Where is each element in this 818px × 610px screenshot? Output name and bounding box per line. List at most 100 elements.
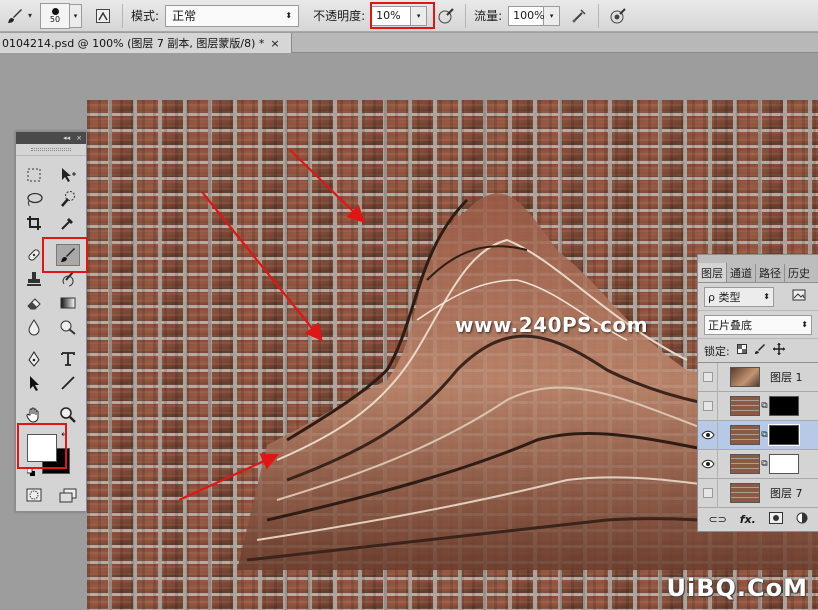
crop-tool-icon[interactable] [22,212,46,234]
layer-thumbnail [730,483,760,503]
layer-row[interactable]: ⧉ [698,391,818,421]
gradient-tool-icon[interactable] [56,292,80,314]
site-watermark: UiBQ.CoM [666,574,808,602]
airbrush-icon[interactable] [568,5,590,27]
collapse-icon[interactable]: ◂◂ [63,134,70,142]
separator [598,3,600,28]
panel-grip[interactable] [16,144,86,156]
link-layers-icon[interactable]: ⊂⊃ [708,513,726,526]
layer-thumbnail [730,454,760,474]
mode-value: 正常 [172,9,197,23]
eyedropper-tool-icon[interactable] [56,212,80,234]
blend-mode-value: 正片叠底 [708,318,752,332]
tab-layers[interactable]: 图层 [698,263,727,282]
layer-row[interactable]: ⧉ [698,449,818,479]
move-tool-icon[interactable] [56,164,80,186]
mask-link-icon[interactable]: ⧉ [761,459,768,469]
brush-tool-highlight [42,237,88,273]
brush-dot-icon [51,8,59,15]
layer-row-selected[interactable]: ⧉ [698,420,818,450]
path-selection-tool-icon[interactable] [22,372,46,394]
marquee-tool-icon[interactable] [22,164,46,186]
layer-filter-select[interactable]: ρ 类型 ⬍ [704,286,774,307]
brush-size-preview[interactable]: 50 [40,2,71,29]
layers-footer: ⊂⊃ fx. [698,508,818,530]
layer-thumbnail [730,367,760,387]
visibility-toggle[interactable] [698,449,718,479]
separator [465,3,467,28]
visibility-off-icon [702,401,713,411]
tab-paths[interactable]: 路径 [756,264,785,282]
layer-mask-thumbnail[interactable] [768,424,800,446]
visibility-toggle[interactable] [698,391,718,421]
tool-preset-picker[interactable]: ▾ [0,0,32,32]
pressure-size-icon[interactable] [607,5,629,27]
mode-label: 模式: [131,9,160,23]
tab-history[interactable]: 历史 [785,264,813,282]
lock-pixels-icon[interactable] [754,343,766,358]
layers-panel-tabs: 图层 通道 路径 历史 [698,255,818,283]
layer-filter-value: ρ 类型 [708,290,741,304]
layers-panel: 图层 通道 路径 历史 ρ 类型 ⬍ 正片叠底 ⬍ 锁定: 图层 1 ⧉ ⧉ ⧉… [697,254,818,532]
lock-transparent-icon[interactable] [736,344,747,357]
visibility-off-icon [702,488,713,498]
brush-preset-dropdown[interactable]: ▾ [70,3,83,28]
flow-input[interactable]: 100% [508,5,545,26]
line-tool-icon[interactable] [56,372,80,394]
opacity-highlight [370,2,435,29]
filter-row: ρ 类型 ⬍ [698,283,818,311]
layer-row[interactable]: 图层 1 [698,362,818,392]
layer-mask-thumbnail[interactable] [769,454,799,474]
close-icon[interactable]: × [76,134,82,142]
brush-size-value: 50 [49,15,61,24]
visibility-toggle[interactable] [698,420,718,450]
lock-label: 锁定: [704,344,730,358]
pen-tool-icon[interactable] [22,348,46,370]
adjustment-layer-icon[interactable] [796,512,808,527]
blend-mode-select[interactable]: 正片叠底 ⬍ [704,314,812,335]
document-tab[interactable]: 0104214.psd @ 100% (图层 7 副本, 图层蒙版/8) * × [0,33,292,53]
updown-icon: ⬍ [801,320,808,329]
type-tool-icon[interactable] [56,348,80,370]
quick-selection-tool-icon[interactable] [56,188,80,210]
visibility-toggle[interactable] [698,478,718,508]
quick-mask-icon[interactable] [22,484,46,506]
layer-row[interactable]: 图层 7 [698,478,818,508]
eraser-tool-icon[interactable] [22,292,46,314]
brush-preset-picker[interactable]: 50 ▾ [32,0,83,32]
add-mask-icon[interactable] [768,511,783,527]
flow-dropdown[interactable]: ▾ [544,5,561,26]
layer-name: 图层 1 [770,371,803,384]
document-title: 0104214.psd @ 100% (图层 7 副本, 图层蒙版/8) * [2,37,265,50]
mask-link-icon[interactable]: ⧉ [761,430,768,440]
visibility-toggle[interactable] [698,362,718,392]
eye-icon [700,430,715,440]
lasso-tool-icon[interactable] [22,188,46,210]
pressure-opacity-icon[interactable] [435,5,457,27]
updown-icon: ⬍ [285,11,293,20]
updown-icon: ⬍ [763,292,770,301]
layer-name: 图层 7 [770,487,803,500]
flow-label: 流量: [474,9,503,23]
tab-channels[interactable]: 通道 [727,264,756,282]
layer-thumbnail [730,425,760,445]
close-icon[interactable]: × [270,37,279,50]
mask-link-icon[interactable]: ⧉ [761,401,768,411]
color-swatch-highlight [17,423,67,469]
brush-panel-toggle-icon[interactable] [92,5,114,27]
fx-button[interactable]: fx. [740,513,756,526]
mode-select[interactable]: 正常 ⬍ [165,4,300,27]
layer-thumbnail [730,396,760,416]
document-tab-bar: 0104214.psd @ 100% (图层 7 副本, 图层蒙版/8) * × [0,33,818,53]
blur-tool-icon[interactable] [22,316,46,338]
layer-mask-thumbnail[interactable] [769,396,799,416]
dodge-tool-icon[interactable] [56,316,80,338]
lock-position-icon[interactable] [772,343,785,358]
image-filter-icon[interactable] [792,289,806,304]
tools-panel-header[interactable]: ◂◂ × [16,132,86,144]
brush-tool-icon [4,5,26,27]
screen-mode-icon[interactable] [56,484,80,506]
opacity-label: 不透明度: [313,9,366,23]
lock-row: 锁定: [698,339,818,363]
eye-icon [700,459,715,469]
